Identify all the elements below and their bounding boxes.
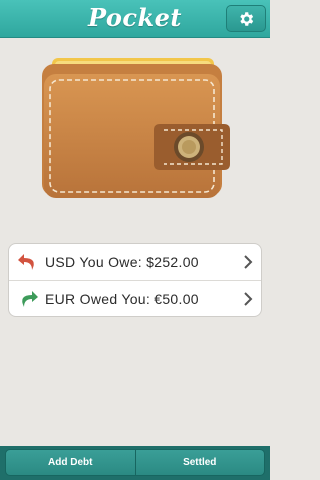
app-header: Pocket xyxy=(0,0,270,38)
list-item-eur-owed[interactable]: EUR Owed You: €50.00 xyxy=(9,280,261,316)
forward-arrow-icon xyxy=(22,291,38,307)
settled-button[interactable]: Settled xyxy=(135,449,265,476)
undo-arrow-icon xyxy=(18,254,34,270)
settings-button[interactable] xyxy=(226,5,266,32)
debt-summary-list: USD You Owe: $252.00 EUR Owed You: €50.0… xyxy=(8,243,262,317)
chevron-right-icon xyxy=(244,255,253,269)
add-debt-button[interactable]: Add Debt xyxy=(5,449,136,476)
usd-owe-label: USD You Owe: $252.00 xyxy=(45,254,199,270)
eur-owed-label: EUR Owed You: €50.00 xyxy=(45,291,199,307)
wallet-illustration xyxy=(42,58,230,198)
gear-icon xyxy=(240,11,254,26)
bottom-toolbar: Add Debt Settled xyxy=(0,446,270,480)
chevron-right-icon xyxy=(244,292,253,306)
list-item-usd-owe[interactable]: USD You Owe: $252.00 xyxy=(9,244,261,280)
